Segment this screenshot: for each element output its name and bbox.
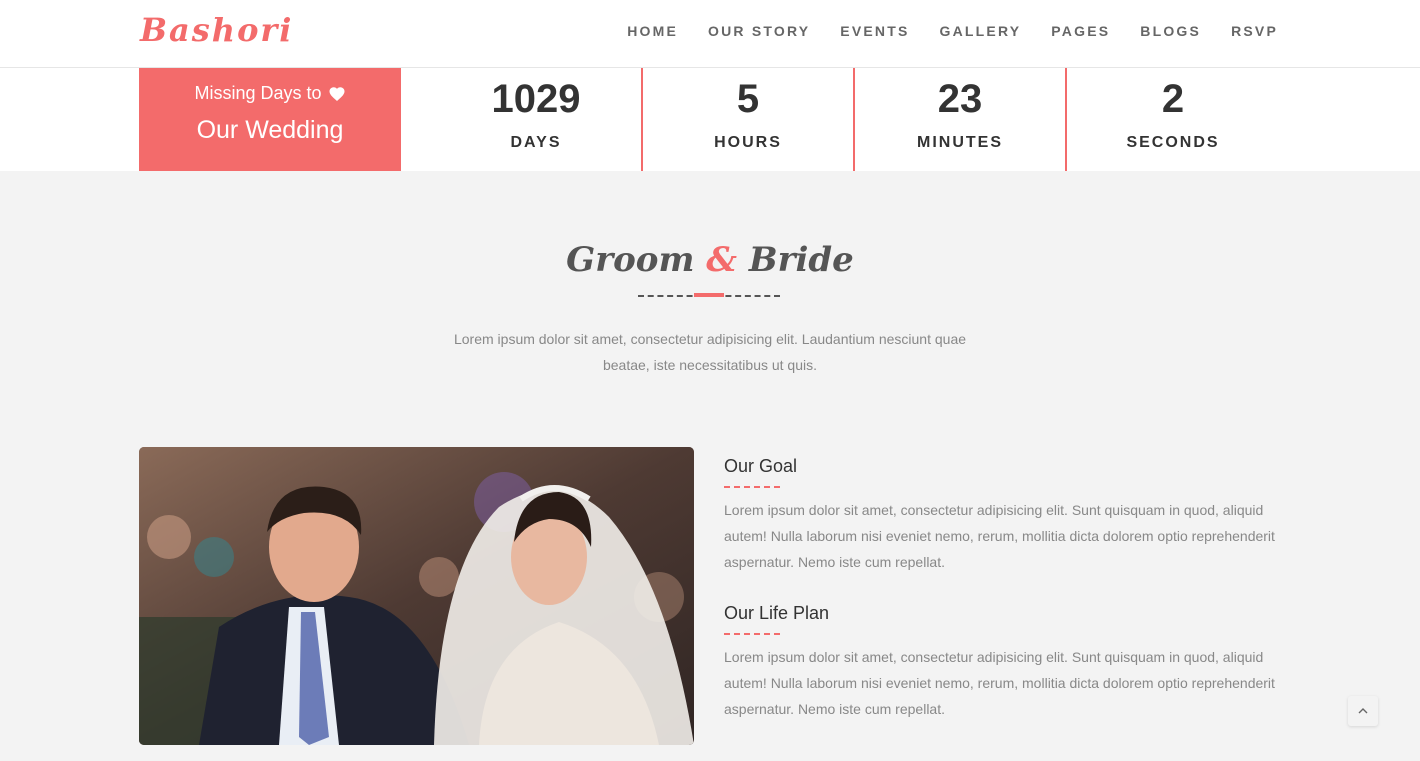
countdown-days-value: 1029: [491, 77, 581, 121]
countdown-label-box: Missing Days to Our Wedding: [139, 68, 401, 171]
countdown-seconds-label: SECONDS: [1126, 134, 1220, 151]
countdown-minutes-value: 23: [937, 77, 983, 121]
countdown-hours-label: HOURS: [714, 134, 782, 151]
heart-icon: [329, 86, 345, 101]
section-intro: Lorem ipsum dolor sit amet, consectetur …: [453, 331, 967, 373]
life-plan-underline: [724, 633, 780, 635]
nav-blogs[interactable]: BLOGS: [1140, 23, 1201, 39]
scroll-top-button[interactable]: [1348, 696, 1378, 726]
countdown-label-line1: Missing Days to: [194, 83, 322, 103]
main-nav: HOME OUR STORY EVENTS GALLERY PAGES BLOG…: [627, 23, 1278, 39]
nav-pages[interactable]: PAGES: [1051, 23, 1110, 39]
goal-text: Lorem ipsum dolor sit amet, consectetur …: [724, 502, 1275, 570]
life-plan-text: Lorem ipsum dolor sit amet, consectetur …: [724, 649, 1275, 717]
countdown-units: 1029 DAYS 5 HOURS 23 MINUTES 2 SECONDS: [431, 68, 1279, 171]
countdown-minutes: 23 MINUTES: [855, 68, 1067, 171]
goal-heading: Our Goal: [724, 456, 798, 476]
nav-home[interactable]: HOME: [627, 23, 678, 39]
countdown-seconds: 2 SECONDS: [1067, 68, 1279, 171]
nav-gallery[interactable]: GALLERY: [940, 23, 1022, 39]
nav-events[interactable]: EVENTS: [840, 23, 909, 39]
site-logo[interactable]: Bashori: [140, 11, 293, 49]
countdown-minutes-label: MINUTES: [917, 134, 1003, 151]
title-groom: Groom: [566, 240, 695, 280]
countdown-hours-value: 5: [736, 77, 760, 121]
section-title: Groom & Bride: [0, 240, 1420, 280]
chevron-up-icon: [1358, 708, 1368, 714]
life-plan-heading: Our Life Plan: [724, 603, 830, 623]
site-header: Bashori HOME OUR STORY EVENTS GALLERY PA…: [0, 0, 1420, 68]
nav-our-story[interactable]: OUR STORY: [708, 23, 810, 39]
countdown-label-line2: Our Wedding: [196, 116, 344, 144]
goal-underline: [724, 486, 780, 488]
title-divider: [638, 293, 780, 297]
life-plan-block: Our Life Plan Lorem ipsum dolor sit amet…: [724, 603, 1284, 722]
couple-photo: [139, 447, 694, 745]
countdown-hours: 5 HOURS: [643, 68, 855, 171]
countdown-seconds-value: 2: [1161, 77, 1185, 121]
nav-rsvp[interactable]: RSVP: [1231, 23, 1278, 39]
countdown-days-label: DAYS: [510, 134, 562, 151]
goal-block: Our Goal Lorem ipsum dolor sit amet, con…: [724, 456, 1284, 575]
countdown-days: 1029 DAYS: [431, 68, 643, 171]
wedding-countdown: Missing Days to Our Wedding 1029 DAYS 5 …: [0, 68, 1420, 171]
title-bride: Bride: [748, 240, 854, 280]
title-ampersand: &: [706, 240, 737, 280]
